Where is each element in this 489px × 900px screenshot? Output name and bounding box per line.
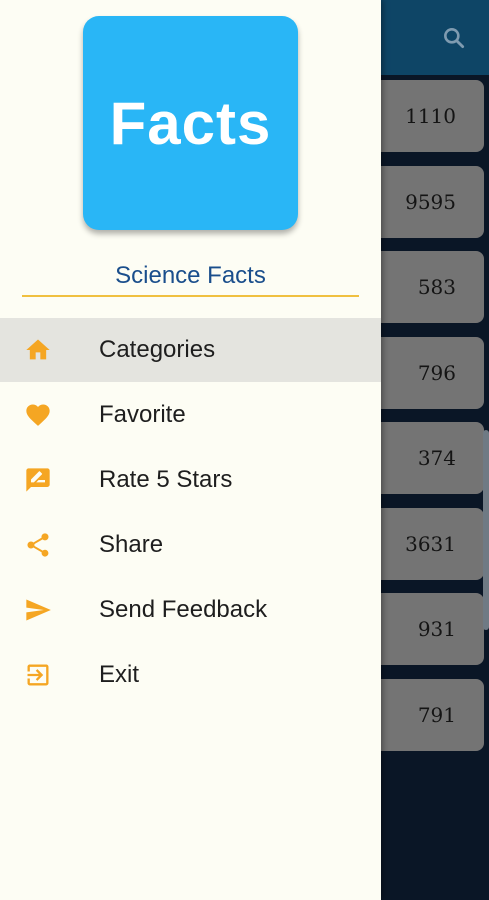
menu-item-share[interactable]: Share <box>0 513 381 577</box>
menu-label: Favorite <box>99 401 186 428</box>
item-count: 3631 <box>405 532 456 556</box>
rate-review-icon <box>24 466 52 494</box>
item-count: 791 <box>417 703 456 727</box>
logo-text: Facts <box>109 89 272 157</box>
scrollbar-thumb[interactable] <box>483 430 489 630</box>
heart-icon <box>24 401 52 429</box>
menu-label: Exit <box>99 661 140 688</box>
item-count: 931 <box>417 617 456 641</box>
menu-label: Categories <box>99 336 216 363</box>
search-button[interactable] <box>436 20 472 56</box>
list-item[interactable]: 796 <box>372 337 484 409</box>
list-item[interactable]: 583 <box>372 251 484 323</box>
item-count: 796 <box>417 361 456 385</box>
exit-icon <box>24 661 52 689</box>
home-icon <box>24 336 52 364</box>
app-name: Science Facts <box>115 262 266 289</box>
menu-label: Send Feedback <box>99 596 268 623</box>
menu-label: Rate 5 Stars <box>99 466 233 493</box>
list-item[interactable]: 1110 <box>372 80 484 152</box>
list-item[interactable]: 374 <box>372 422 484 494</box>
menu-item-send-feedback[interactable]: Send Feedback <box>0 578 381 642</box>
app-logo: Facts <box>83 16 298 230</box>
menu-item-favorite[interactable]: Favorite <box>0 383 381 447</box>
item-count: 374 <box>417 446 456 470</box>
menu-item-categories[interactable]: Categories <box>0 318 381 382</box>
item-count: 9595 <box>405 190 456 214</box>
search-icon <box>444 28 465 49</box>
menu-item-rate[interactable]: Rate 5 Stars <box>0 448 381 512</box>
item-count: 1110 <box>405 104 456 128</box>
menu-item-exit[interactable]: Exit <box>0 643 381 707</box>
list-item[interactable]: 9595 <box>372 166 484 238</box>
list-item[interactable]: 931 <box>372 593 484 665</box>
list-item[interactable]: 3631 <box>372 508 484 580</box>
send-icon <box>24 596 52 624</box>
navigation-drawer: Facts Science Facts Categories Favorite … <box>0 0 381 900</box>
list-item[interactable]: 791 <box>372 679 484 751</box>
menu-label: Share <box>99 531 164 558</box>
header-divider <box>22 295 359 297</box>
share-icon <box>24 531 52 559</box>
item-count: 583 <box>417 275 456 299</box>
